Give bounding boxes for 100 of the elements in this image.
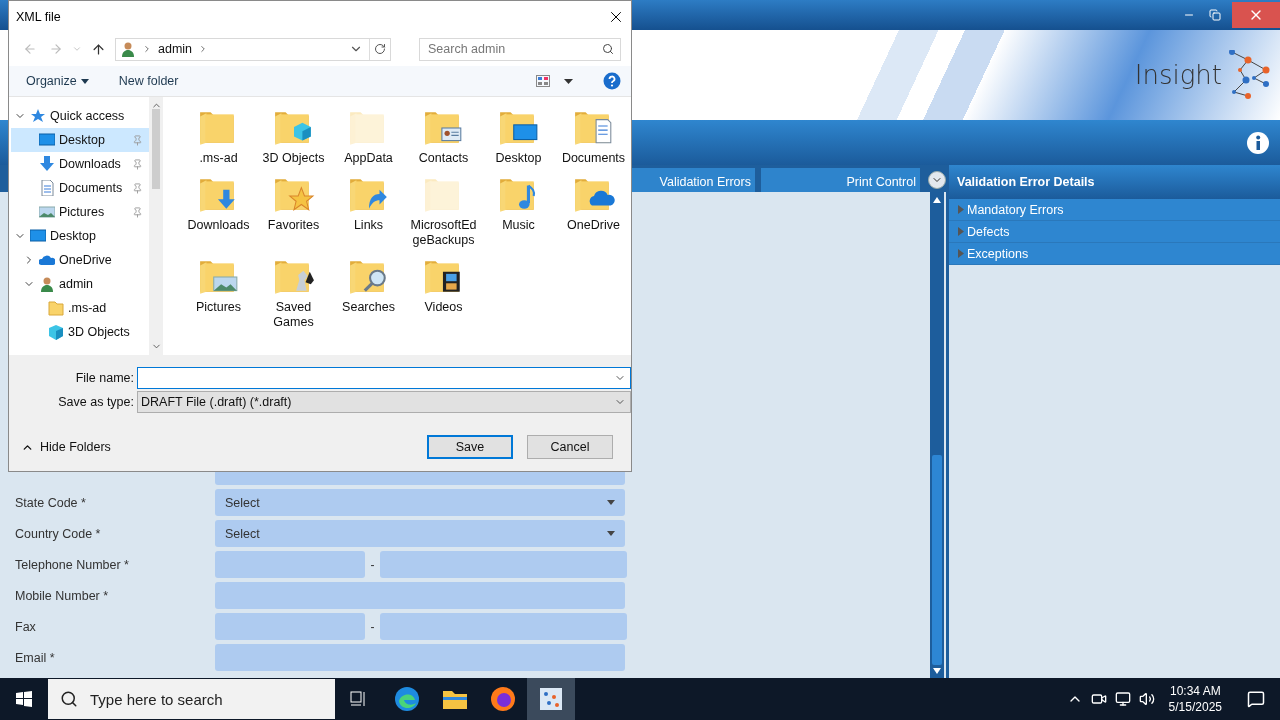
- dropdown-triangle-icon: [607, 531, 615, 536]
- dialog-button[interactable]: Save: [427, 435, 513, 459]
- file-item[interactable]: Pictures: [181, 254, 256, 334]
- picture-icon: [39, 204, 55, 220]
- file-item[interactable]: .ms-ad: [181, 105, 256, 170]
- separator-text: -: [369, 557, 376, 572]
- taskbar-search-field[interactable]: Type here to search: [48, 679, 335, 719]
- chevron-right-icon: [142, 44, 152, 54]
- input-field[interactable]: [215, 582, 625, 609]
- nav-tree-item[interactable]: Downloads: [11, 152, 149, 176]
- file-item[interactable]: MicrosoftEdgeBackups: [406, 172, 481, 252]
- file-item[interactable]: Favorites: [256, 172, 331, 252]
- select-field[interactable]: Select: [215, 520, 625, 547]
- camera-icon: [1090, 691, 1107, 707]
- network-logo-icon: [1226, 50, 1272, 100]
- dropdown-triangle-icon: [564, 78, 573, 84]
- nav-tree-item[interactable]: Quick access: [11, 104, 149, 128]
- error-group-item[interactable]: Defects: [949, 221, 1280, 243]
- forward-arrow-icon: [49, 42, 63, 56]
- panel-title: Validation Error Details: [949, 165, 1280, 199]
- cube-icon: [48, 324, 64, 340]
- error-group-item[interactable]: Exceptions: [949, 243, 1280, 265]
- tab-menu-button[interactable]: [928, 171, 946, 189]
- collapsed-triangle-icon: [957, 249, 964, 258]
- file-item[interactable]: Saved Games: [256, 254, 331, 334]
- windows-logo-icon: [16, 691, 32, 707]
- file-item[interactable]: Contacts: [406, 105, 481, 170]
- field-label: Mobile Number *: [15, 588, 110, 603]
- dialog-title: XML file: [16, 9, 61, 24]
- hide-folders-button[interactable]: Hide Folders: [21, 440, 111, 454]
- input-field[interactable]: [380, 613, 627, 640]
- chevron-down-icon: [72, 44, 82, 54]
- nav-tree-item[interactable]: Desktop: [11, 224, 149, 248]
- file-name-field[interactable]: [137, 367, 631, 389]
- scrollbar[interactable]: [930, 192, 944, 678]
- app-icon: [539, 687, 563, 711]
- file-type-select[interactable]: DRAFT File (.draft) (*.draft): [137, 391, 631, 413]
- nav-tree-item[interactable]: admin: [11, 272, 149, 296]
- monitor-icon: [30, 228, 46, 244]
- select-field[interactable]: Select: [215, 489, 625, 516]
- file-item[interactable]: Music: [481, 172, 556, 252]
- scroll-down-icon: [933, 667, 941, 675]
- monitor-icon: [39, 132, 55, 148]
- tab[interactable]: Print Control: [761, 168, 920, 192]
- network-icon: [1114, 691, 1131, 707]
- file-item[interactable]: Links: [331, 172, 406, 252]
- file-item[interactable]: 3D Objects: [256, 105, 331, 170]
- field-label: Telephone Number *: [15, 557, 130, 572]
- logo-text: Insight: [1134, 60, 1222, 90]
- nav-tree-item[interactable]: Pictures: [11, 200, 149, 224]
- scrollbar[interactable]: [149, 97, 163, 355]
- file-item[interactable]: Videos: [406, 254, 481, 334]
- notifications-icon: [1247, 690, 1265, 708]
- search-icon: [60, 690, 78, 708]
- scroll-up-icon: [933, 196, 941, 204]
- field-label: Save as type:: [57, 395, 134, 409]
- user-icon: [39, 276, 55, 292]
- file-item[interactable]: Documents: [556, 105, 631, 170]
- refresh-icon: [374, 43, 386, 55]
- nav-tree-item[interactable]: Desktop: [11, 128, 149, 152]
- error-group-item[interactable]: Mandatory Errors: [949, 199, 1280, 221]
- file-item[interactable]: Searches: [331, 254, 406, 334]
- input-field[interactable]: [380, 551, 627, 578]
- search-field[interactable]: Search admin: [419, 37, 621, 61]
- nav-tree-item[interactable]: 3D Objects: [11, 320, 149, 344]
- field-label: Fax: [15, 619, 37, 634]
- field-label: State Code *: [15, 495, 87, 510]
- info-icon: [1246, 130, 1270, 155]
- task-view-icon: [350, 691, 368, 707]
- organize-button[interactable]: Organize: [26, 74, 89, 88]
- nav-tree-item[interactable]: .ms-ad: [11, 296, 149, 320]
- folder-icon: [442, 688, 468, 710]
- new-folder-button[interactable]: New folder: [118, 74, 179, 88]
- search-icon: [602, 43, 614, 55]
- dialog-button[interactable]: Cancel: [527, 435, 613, 459]
- document-icon: [39, 180, 55, 196]
- folder-icon: [48, 300, 64, 316]
- separator-text: -: [369, 619, 376, 634]
- input-field[interactable]: [215, 551, 365, 578]
- user-icon: [120, 41, 136, 57]
- file-item[interactable]: AppData: [331, 105, 406, 170]
- input-field[interactable]: [215, 613, 365, 640]
- scroll-thumb[interactable]: [152, 108, 160, 189]
- nav-tree-item[interactable]: Documents: [11, 176, 149, 200]
- dropdown-triangle-icon: [80, 78, 89, 84]
- dropdown-triangle-icon: [607, 500, 615, 505]
- app-taskbar-button[interactable]: [527, 678, 575, 720]
- scroll-thumb[interactable]: [932, 455, 942, 665]
- nav-tree-item[interactable]: OneDrive: [11, 248, 149, 272]
- file-item[interactable]: Downloads: [181, 172, 256, 252]
- input-field[interactable]: [215, 644, 625, 671]
- file-item[interactable]: Desktop: [481, 105, 556, 170]
- browser-icon: [394, 686, 420, 712]
- star-icon: [30, 108, 46, 124]
- clock[interactable]: 10:34 AM 5/15/2025: [1158, 683, 1232, 715]
- download-arrow-icon: [39, 156, 55, 172]
- collapsed-triangle-icon: [957, 227, 964, 236]
- volume-icon: [1138, 691, 1155, 707]
- address-bar[interactable]: admin: [115, 37, 391, 61]
- view-options-icon: [536, 75, 550, 87]
